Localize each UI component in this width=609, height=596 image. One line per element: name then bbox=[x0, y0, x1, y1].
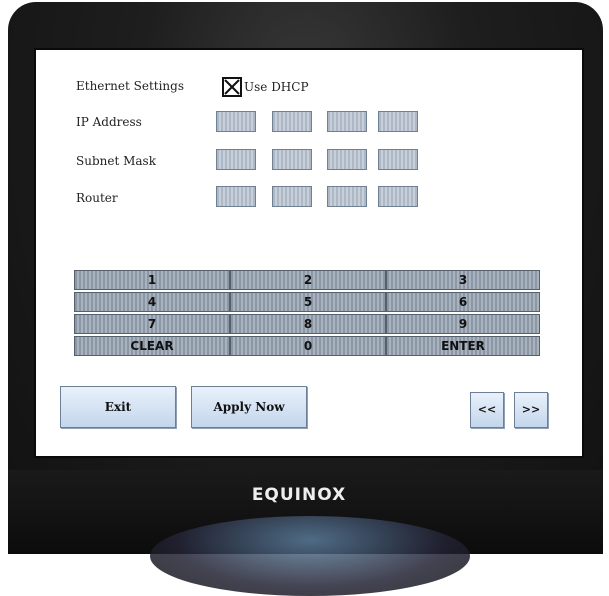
keypad-key-8[interactable]: 8 bbox=[230, 314, 386, 334]
checkmark-x-icon bbox=[224, 79, 240, 95]
router-octet-2[interactable] bbox=[272, 186, 312, 207]
next-page-button[interactable]: >> bbox=[514, 392, 548, 428]
subnet-mask-label: Subnet Mask bbox=[76, 154, 156, 168]
keypad-key-0[interactable]: 0 bbox=[230, 336, 386, 356]
device-wheel bbox=[150, 516, 470, 596]
touch-screen: Ethernet Settings Use DHCP IP Address Su… bbox=[36, 50, 582, 456]
ip-address-octet-3[interactable] bbox=[327, 111, 367, 132]
use-dhcp-checkbox[interactable] bbox=[222, 77, 242, 97]
keypad-enter-key[interactable]: ENTER bbox=[386, 336, 540, 356]
keypad-clear-key[interactable]: CLEAR bbox=[74, 336, 230, 356]
keypad-key-7[interactable]: 7 bbox=[74, 314, 230, 334]
device-frame: Ethernet Settings Use DHCP IP Address Su… bbox=[0, 0, 609, 596]
router-octet-1[interactable] bbox=[216, 186, 256, 207]
keypad-key-6[interactable]: 6 bbox=[386, 292, 540, 312]
ethernet-settings-label: Ethernet Settings bbox=[76, 79, 184, 93]
subnet-mask-octet-4[interactable] bbox=[378, 149, 418, 170]
router-octet-3[interactable] bbox=[327, 186, 367, 207]
ip-address-octet-4[interactable] bbox=[378, 111, 418, 132]
router-label: Router bbox=[76, 191, 118, 205]
keypad-key-9[interactable]: 9 bbox=[386, 314, 540, 334]
subnet-mask-octet-1[interactable] bbox=[216, 149, 256, 170]
apply-now-button[interactable]: Apply Now bbox=[191, 386, 307, 428]
router-octet-4[interactable] bbox=[378, 186, 418, 207]
keypad-key-2[interactable]: 2 bbox=[230, 270, 386, 290]
use-dhcp-label: Use DHCP bbox=[244, 80, 309, 94]
ip-address-octet-2[interactable] bbox=[272, 111, 312, 132]
brand-logo: EQUINOX bbox=[251, 485, 347, 505]
keypad-key-1[interactable]: 1 bbox=[74, 270, 230, 290]
ip-address-label: IP Address bbox=[76, 115, 142, 129]
previous-page-button[interactable]: << bbox=[470, 392, 504, 428]
keypad-key-5[interactable]: 5 bbox=[230, 292, 386, 312]
ip-address-octet-1[interactable] bbox=[216, 111, 256, 132]
keypad-key-3[interactable]: 3 bbox=[386, 270, 540, 290]
subnet-mask-octet-2[interactable] bbox=[272, 149, 312, 170]
numeric-keypad: 1 2 3 4 5 6 7 8 9 CLEAR 0 ENTER bbox=[74, 270, 540, 358]
keypad-key-4[interactable]: 4 bbox=[74, 292, 230, 312]
exit-button[interactable]: Exit bbox=[60, 386, 176, 428]
subnet-mask-octet-3[interactable] bbox=[327, 149, 367, 170]
